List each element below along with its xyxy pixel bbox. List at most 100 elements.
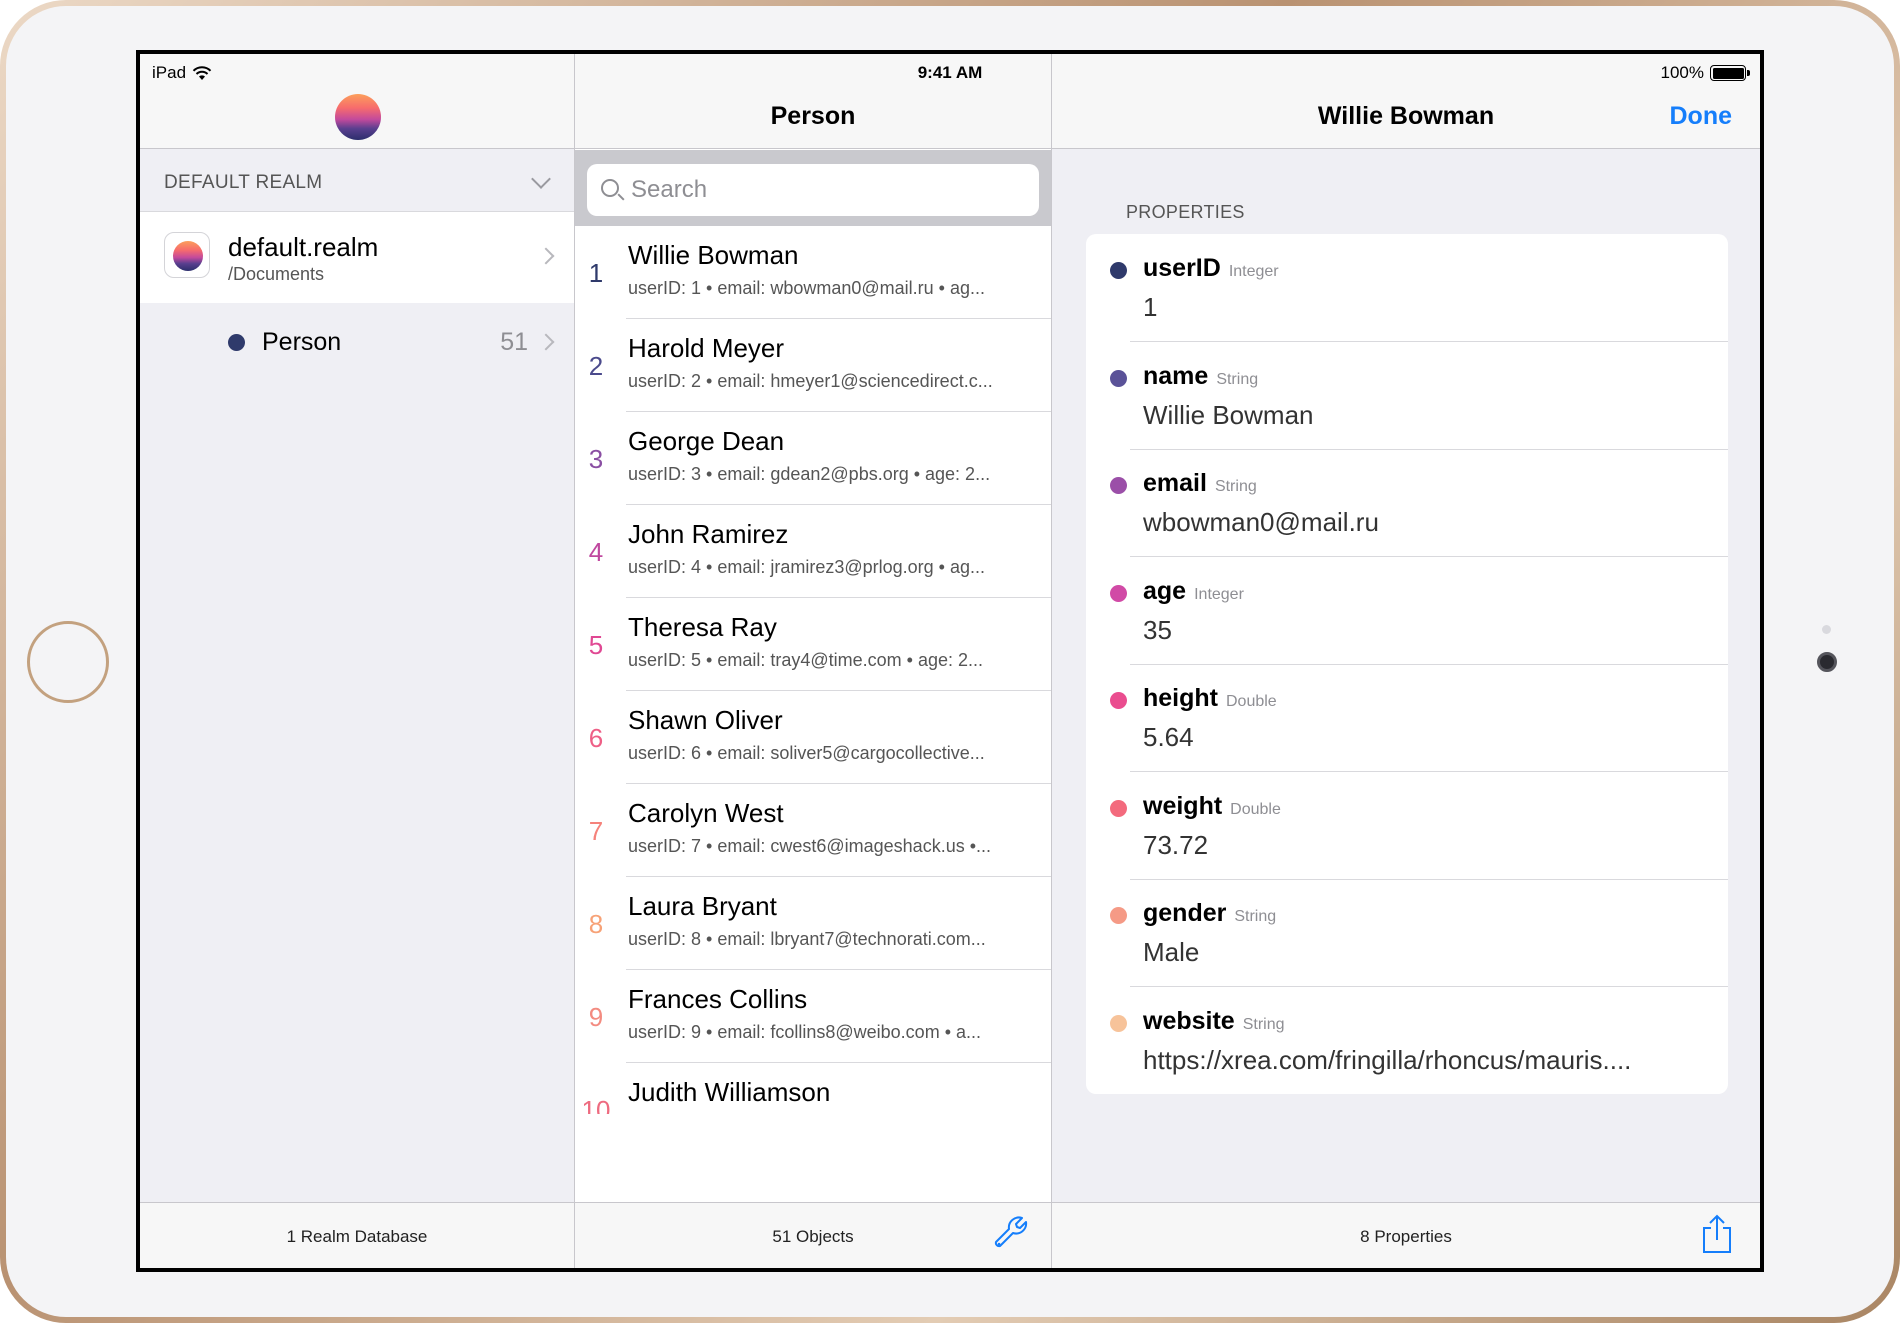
screen: iPad 9:41 AM 100% DEFAULT REALM default.… (136, 50, 1764, 1272)
property-color-dot (1110, 907, 1127, 924)
property-type: String (1216, 370, 1259, 388)
list-item-index: 5 (588, 630, 604, 660)
search-box[interactable] (587, 164, 1039, 216)
list-item-summary: userID: 5 • email: tray4@time.com • age:… (628, 650, 983, 670)
list-item[interactable]: 8 Laura Bryant userID: 8 • email: lbryant7… (575, 877, 1051, 970)
list-item-index: 2 (588, 351, 604, 381)
property-color-dot (1110, 1014, 1127, 1032)
realm-section-header[interactable]: DEFAULT REALM (140, 150, 574, 212)
properties-section-title: PROPERTIES (1126, 202, 1245, 222)
display: iPad 9:41 AM 100% DEFAULT REALM default.… (140, 54, 1760, 1268)
detail-pane: Willie Bowman Done PROPERTIES userID Inte… (1052, 54, 1760, 1268)
light-sensor (1822, 625, 1831, 634)
property-row[interactable]: gender String Male (1086, 879, 1728, 987)
property-row[interactable]: email String wbowman0@mail.ru (1086, 449, 1728, 557)
list-item-name: John Ramirez (628, 519, 789, 549)
object-count: 51 Objects (772, 1227, 854, 1246)
battery-percent: 100% (1660, 63, 1704, 82)
list-item-summary: userID: 3 • email: gdean2@pbs.org • age:… (628, 464, 991, 484)
list-item-summary: userID: 6 • email: soliver5@cargocollect… (628, 743, 985, 763)
property-color-dot (1110, 262, 1127, 279)
property-value: 35 (1143, 614, 1172, 645)
property-name: name (1143, 361, 1209, 390)
property-color-dot (1110, 799, 1127, 817)
list-item[interactable]: 9 Frances Collins userID: 9 • email: fcoll… (575, 970, 1051, 1063)
database-count: 1 Realm Database (286, 1227, 428, 1246)
list-item-index: 8 (588, 909, 604, 939)
sidebar-item-person[interactable]: Person 51 (140, 304, 574, 378)
object-list-pane: Person 1 Willie Bowman userID: 1 • email: … (575, 54, 1052, 1268)
list-item-name: Theresa Ray (628, 612, 777, 642)
list-item[interactable]: 3 George Dean userID: 3 • email: gdean2@pb… (575, 412, 1051, 505)
list-item-summary: userID: 9 • email: fcollins8@weibo.com •… (628, 1022, 982, 1042)
property-value: 5.64 (1143, 722, 1194, 752)
class-count: 51 (500, 328, 528, 356)
list-item-index: 10 (581, 1095, 611, 1114)
chevron-right-icon (537, 333, 555, 351)
list-item-summary: userID: 8 • email: lbryant7@technorati.c… (628, 929, 986, 949)
list-item-summary: userID: 7 • email: cwest6@imageshack.us … (628, 836, 992, 856)
property-name: height (1143, 684, 1218, 712)
wrench-icon[interactable] (991, 1214, 1029, 1252)
property-row[interactable]: age Integer 35 (1086, 557, 1728, 665)
share-icon[interactable] (1700, 1214, 1734, 1254)
list-item-name: George Dean (628, 426, 785, 456)
realm-file-icon (164, 232, 210, 278)
property-row[interactable]: userID Integer 1 (1086, 234, 1728, 342)
search-bar (575, 150, 1051, 226)
done-button[interactable]: Done (1670, 102, 1733, 131)
list-item[interactable]: 5 Theresa Ray userID: 5 • email: tray4@tim… (575, 598, 1051, 691)
list-item[interactable]: 7 Carolyn West userID: 7 • email: cwest6@i… (575, 784, 1051, 877)
list-item[interactable]: 10Judith WilliamsonuserID: 10 • email: j… (575, 1063, 1051, 1114)
list-item-index: 4 (588, 537, 604, 567)
property-name: userID (1143, 254, 1221, 282)
list-item[interactable]: 2 Harold Meyer userID: 2 • email: hmeyer1@… (575, 319, 1051, 412)
property-value: Male (1143, 937, 1200, 967)
object-list: 1 Willie Bowman userID: 1 • email: wbowman… (575, 226, 1051, 1114)
list-item-name: Laura Bryant (628, 891, 777, 921)
file-name: default.realm (228, 232, 379, 262)
property-type: String (1234, 908, 1277, 925)
property-name: website (1143, 1006, 1235, 1035)
property-name: email (1143, 469, 1207, 497)
battery-icon (1710, 65, 1750, 81)
realm-file-row[interactable]: default.realm /Documents (140, 212, 574, 303)
property-count: 8 Properties (1360, 1227, 1452, 1246)
home-button[interactable] (27, 621, 109, 703)
clock: 9:41 AM (917, 63, 983, 82)
file-path: /Documents (228, 264, 325, 284)
property-type: Double (1230, 800, 1281, 818)
status-bar: iPad 9:41 AM 100% (140, 54, 1760, 82)
property-value: 1 (1143, 292, 1158, 322)
property-color-dot (1110, 369, 1127, 387)
property-row[interactable]: weight Double 73.72 (1086, 772, 1728, 880)
list-item[interactable]: 6 Shawn Oliver userID: 6 • email: soliver5… (575, 691, 1051, 784)
property-name: age (1143, 576, 1187, 605)
list-item[interactable]: 4 John Ramirez userID: 4 • email: jramirez… (575, 505, 1051, 598)
property-name: gender (1143, 899, 1227, 927)
list-item-index: 3 (588, 444, 604, 474)
list-item-index: 6 (588, 723, 604, 753)
list-item-name: Carolyn West (628, 798, 784, 828)
property-type: Integer (1228, 263, 1279, 280)
list-item-summary: userID: 4 • email: jramirez3@prlog.org •… (628, 557, 986, 577)
property-value: https://xrea.com/fringilla/rhoncus/mauri… (1143, 1044, 1632, 1075)
list-item[interactable]: 1 Willie Bowman userID: 1 • email: wbowman… (575, 226, 1051, 319)
property-row[interactable]: height Double 5.64 (1086, 664, 1728, 772)
detail-toolbar: 8 Properties (1052, 1202, 1760, 1268)
object-list-toolbar: 51 Objects (575, 1202, 1051, 1268)
property-row[interactable]: website String https://xrea.com/fringilla/… (1086, 987, 1728, 1095)
property-row[interactable]: name String Willie Bowman (1086, 342, 1728, 450)
property-color-dot (1110, 584, 1127, 602)
property-value: 73.72 (1143, 829, 1209, 860)
section-title: DEFAULT REALM (164, 172, 323, 193)
property-value: wbowman0@mail.ru (1143, 507, 1379, 537)
chevron-right-icon (537, 247, 555, 265)
list-item-index: 1 (588, 258, 604, 288)
list-item-summary: userID: 2 • email: hmeyer1@sciencedirect… (628, 371, 993, 391)
list-item-name: Judith Williamson (628, 1077, 831, 1107)
chevron-down-icon[interactable] (531, 169, 551, 189)
class-label: Person (262, 328, 342, 356)
search-input[interactable] (631, 164, 1029, 216)
property-color-dot (1110, 692, 1127, 709)
